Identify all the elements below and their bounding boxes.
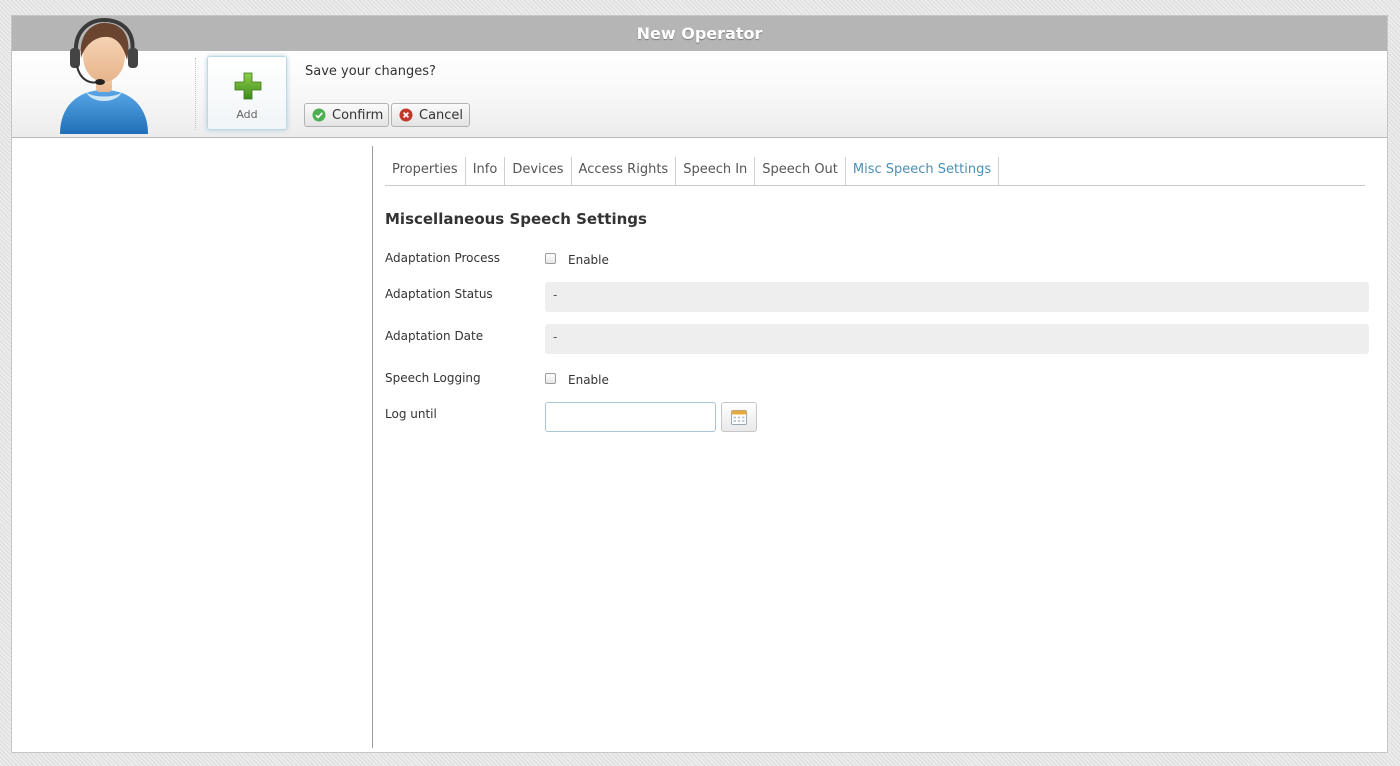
save-prompt: Save your changes?	[305, 64, 436, 79]
adaptation-status-label: Adaptation Status	[385, 287, 493, 301]
speech-logging-label: Speech Logging	[385, 371, 481, 385]
tab-access-rights[interactable]: Access Rights	[572, 157, 677, 185]
cancel-button[interactable]: Cancel	[391, 103, 470, 127]
cancel-button-label: Cancel	[419, 107, 464, 123]
adaptation-process-checkbox[interactable]	[545, 253, 556, 264]
add-button[interactable]: Add	[207, 56, 287, 130]
header-toolbar: Add Save your changes? Confirm Cancel	[12, 18, 1387, 138]
confirm-button-label: Confirm	[332, 107, 384, 123]
section-title: Miscellaneous Speech Settings	[385, 210, 647, 228]
log-until-label: Log until	[385, 407, 437, 421]
adaptation-process-enable-label[interactable]: Enable	[568, 253, 609, 267]
x-circle-icon	[399, 108, 413, 122]
plus-icon	[234, 72, 262, 100]
tab-speech-in[interactable]: Speech In	[676, 157, 756, 185]
adaptation-date-label: Adaptation Date	[385, 329, 484, 343]
speech-logging-checkbox[interactable]	[545, 373, 556, 384]
header-divider	[195, 58, 196, 130]
confirm-button[interactable]: Confirm	[304, 103, 389, 127]
tab-devices[interactable]: Devices	[505, 157, 572, 185]
speech-logging-enable-label[interactable]: Enable	[568, 373, 609, 387]
calendar-icon	[731, 410, 747, 425]
tab-properties[interactable]: Properties	[385, 157, 466, 185]
tab-speech-out[interactable]: Speech Out	[755, 157, 846, 185]
add-button-label: Add	[236, 108, 258, 121]
adaptation-status-value: -	[545, 282, 1369, 312]
panel-splitter[interactable]	[372, 146, 373, 748]
tab-info[interactable]: Info	[466, 157, 506, 185]
log-until-input[interactable]	[545, 402, 716, 432]
tab-misc-speech-settings[interactable]: Misc Speech Settings	[846, 157, 1000, 185]
check-circle-icon	[312, 108, 326, 122]
adaptation-process-label: Adaptation Process	[385, 251, 500, 265]
operator-window: New Operator Add Save your changes? Conf…	[11, 15, 1388, 753]
operator-avatar-icon	[60, 18, 148, 134]
window-title: New Operator	[12, 16, 1387, 51]
settings-tabs: Properties Info Devices Access Rights Sp…	[385, 157, 1365, 186]
date-picker-button[interactable]	[721, 402, 757, 432]
adaptation-date-value: -	[545, 324, 1369, 354]
